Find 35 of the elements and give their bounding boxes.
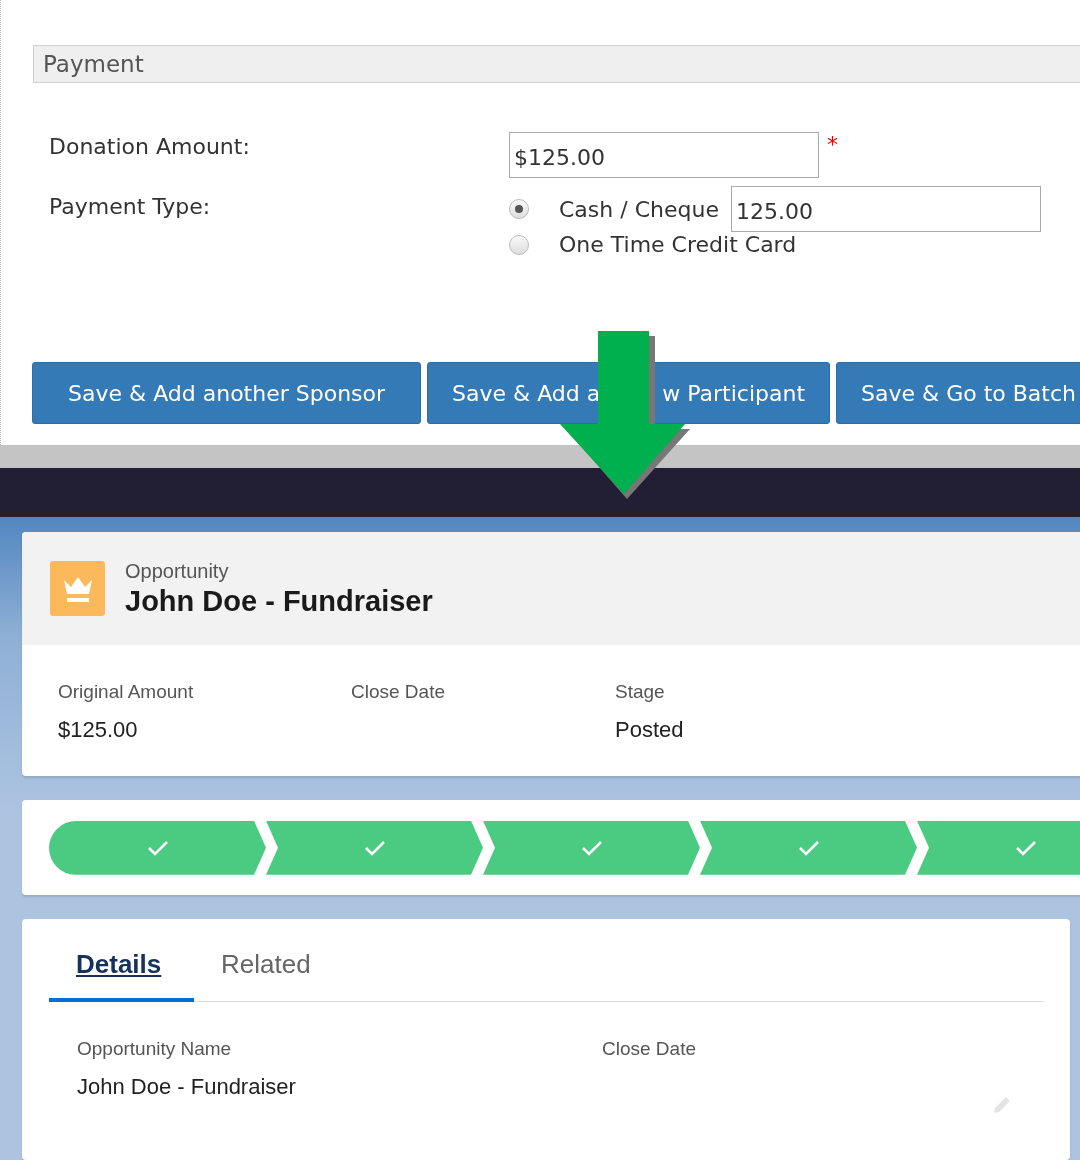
tab[interactable]: Details [49,941,194,1003]
section-header: Payment [33,45,1080,83]
path-step[interactable] [700,820,917,875]
path-step[interactable] [483,820,700,875]
check-icon [146,839,169,856]
radio-button[interactable] [509,234,529,255]
check-icon [580,839,603,856]
highlight-label: Stage [615,681,666,703]
path-step[interactable] [49,820,266,875]
field-label: Close Date [602,1038,697,1061]
save-button[interactable]: Save & Go to Batch [836,362,1080,424]
highlight-label: Close Date [351,681,446,703]
field-label: Opportunity Name [77,1038,233,1061]
check-icon [363,839,386,856]
option-label: Cash / Cheque [559,196,719,222]
crown-icon [50,561,105,616]
check-icon [797,839,820,856]
highlight-label: Original Amount [58,681,195,703]
highlight-value: $125.00 [58,717,139,743]
record-title: John Doe - Fundraiser [125,584,433,618]
option-label: One Time Credit Card [559,232,797,257]
donation-amount-field[interactable]: $125.00 [509,132,819,178]
highlight-value: Posted [615,717,685,743]
save-button[interactable]: Save & Add another Sponsor [32,362,422,424]
object-type: Opportunity [125,559,230,583]
field-label: Donation Amount: [49,133,251,161]
path-step[interactable] [917,820,1080,875]
path-step[interactable] [266,820,483,875]
amount-field[interactable]: 125.00 [730,186,1041,232]
required-mark: * [827,132,838,157]
check-icon [1014,839,1037,856]
radio-button[interactable] [509,199,529,219]
field-label: Payment Type: [49,193,212,221]
field-value: John Doe - Fundraiser [77,1074,297,1101]
tab[interactable]: Related [194,941,338,1003]
